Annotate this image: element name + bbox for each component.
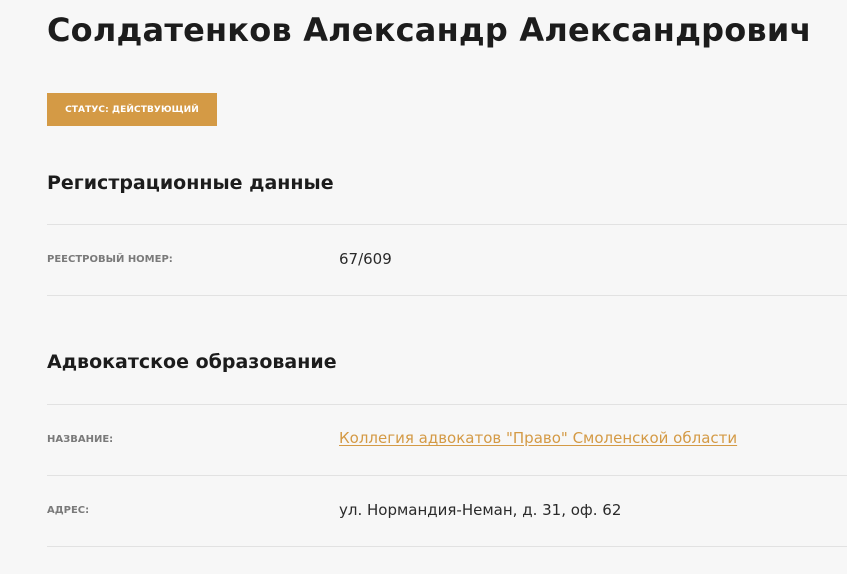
page-title: Солдатенков Александр Александрович xyxy=(47,11,812,49)
organization-heading: Адвокатское образование xyxy=(47,351,337,373)
divider xyxy=(47,404,847,405)
registry-number-label: РЕЕСТРОВЫЙ НОМЕР: xyxy=(47,254,173,265)
status-badge: СТАТУС: ДЕЙСТВУЮЩИЙ xyxy=(47,93,217,126)
divider xyxy=(47,224,847,225)
divider xyxy=(47,295,847,296)
organization-address-value: ул. Нормандия-Неман, д. 31, оф. 62 xyxy=(339,501,622,519)
organization-address-label: АДРЕС: xyxy=(47,505,90,516)
registration-heading: Регистрационные данные xyxy=(47,172,334,194)
organization-name-link[interactable]: Коллегия адвокатов "Право" Смоленской об… xyxy=(339,429,737,447)
divider xyxy=(47,475,847,476)
registry-number-value: 67/609 xyxy=(339,250,392,268)
divider xyxy=(47,546,847,547)
organization-name-label: НАЗВАНИЕ: xyxy=(47,434,114,445)
